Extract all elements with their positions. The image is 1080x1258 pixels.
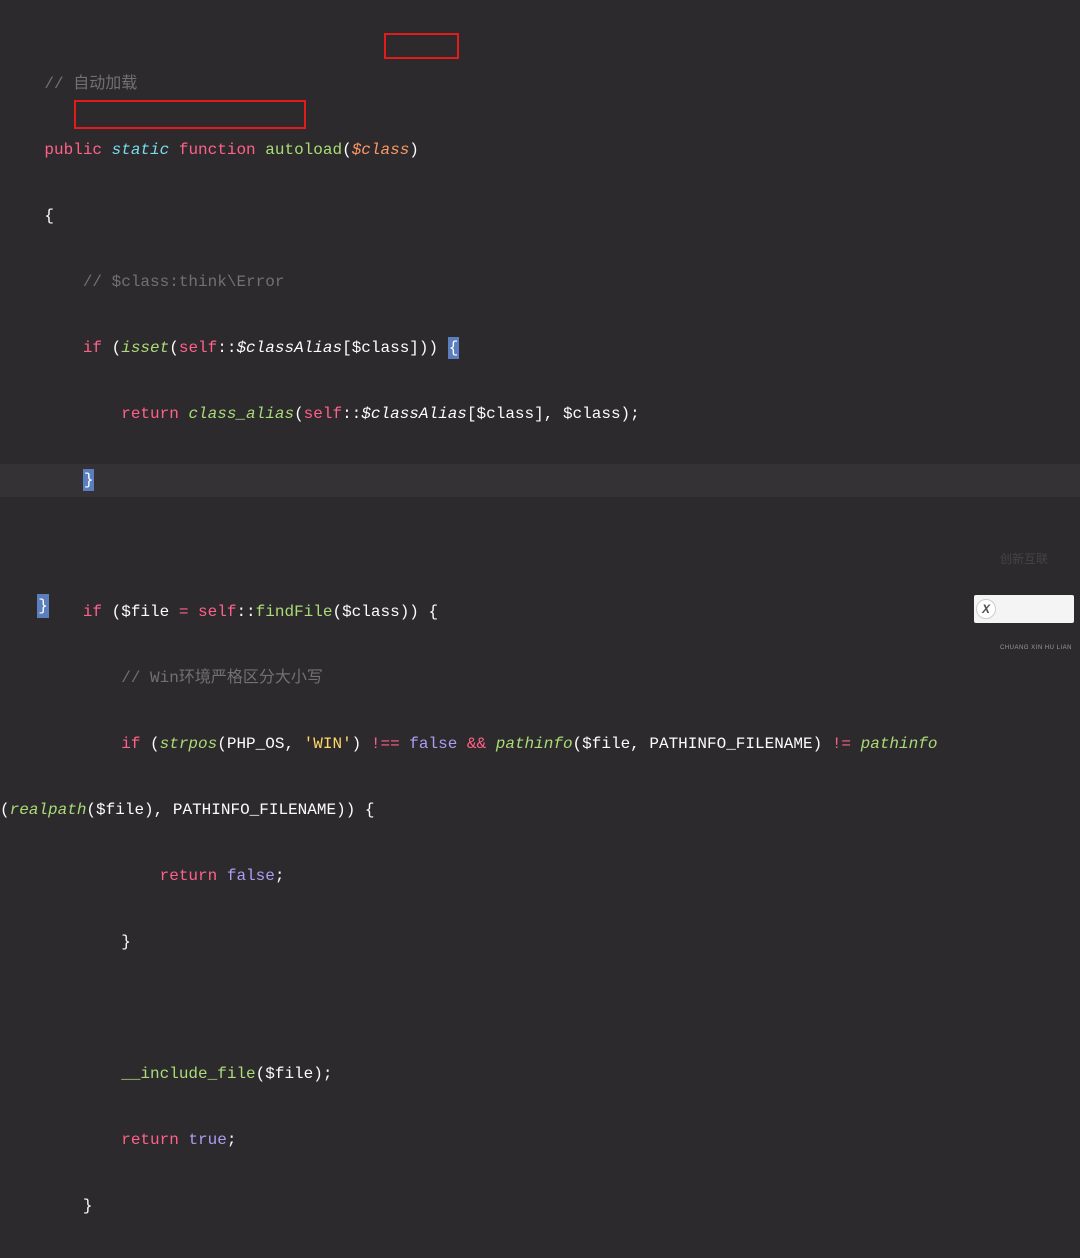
watermark-subtext: CHUANG XIN HU LIAN [1000,632,1072,665]
annotation-box [74,100,306,129]
code-line: } [0,926,1080,959]
code-line: return true; [0,1124,1080,1157]
code-line: (realpath($file), PATHINFO_FILENAME)) { [0,794,1080,827]
bracket-highlight: } [83,469,95,491]
watermark-logo-icon: X [976,599,996,619]
code-line: // 自动加载 [0,68,1080,101]
code-line: if (isset(self::$classAlias[$class])) { [0,332,1080,365]
code-line: return class_alias(self::$classAlias[$cl… [0,398,1080,431]
code-editor[interactable]: // 自动加载 public static function autoload(… [0,0,1080,629]
code-line: // Win环境严格区分大小写 [0,662,1080,695]
code-line: return false; [0,860,1080,893]
bracket-highlight: { [448,337,460,359]
comment: // 自动加载 [44,75,137,93]
code-line: { [0,200,1080,233]
code-line [0,530,1080,563]
code-line: public static function autoload($class) [0,134,1080,167]
code-line: if (strpos(PHP_OS, 'WIN') !== false && p… [0,728,1080,761]
bracket-highlight: } [37,594,49,618]
code-line: __include_file($file); [0,1058,1080,1091]
watermark: X 创新互联 CHUANG XIN HU LIAN [974,595,1074,623]
code-line [0,992,1080,1025]
code-line: if ($file = self::findFile($class)) { [0,596,1080,629]
code-line: } [0,1190,1080,1223]
code-line-current: } [0,464,1080,497]
code-line: // $class:think\Error [0,266,1080,299]
watermark-text: 创新互联 [1000,553,1072,566]
annotation-box [384,33,459,59]
